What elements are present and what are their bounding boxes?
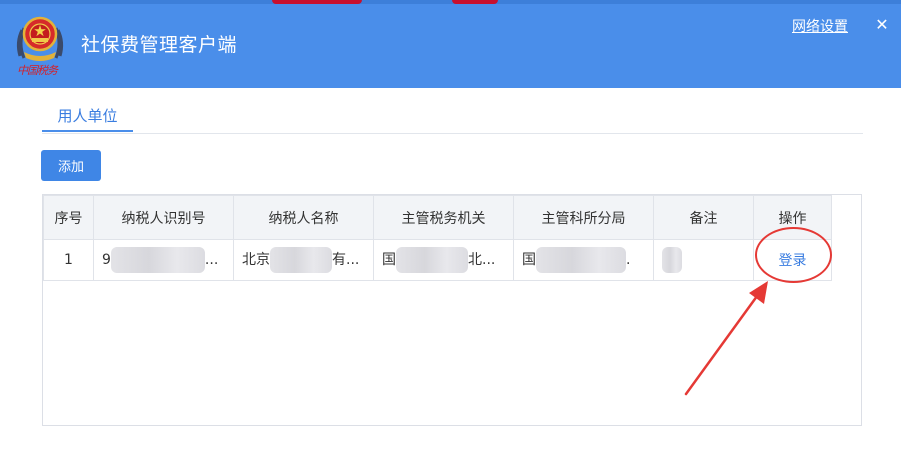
action-cell: 登录 [753,239,832,281]
taxpayer-name-suffix: 有... [332,252,360,268]
taxpayer-id-cell: 9... [93,239,234,281]
column-header-tax-branch: 主管科所分局 [513,195,654,240]
column-header-action: 操作 [753,195,832,240]
column-header-tax-authority: 主管税务机关 [373,195,514,240]
taxpayer-name-prefix: 北京 [242,252,270,268]
taxpayer-id-suffix: ... [204,252,219,268]
redacted-blur [396,247,468,273]
tax-branch-prefix: 国 [522,252,536,268]
tab-bar: 用人单位 [42,100,863,134]
employer-table: 序号 纳税人识别号 纳税人名称 主管税务机关 主管科所分局 备注 操作 1 9.… [42,194,862,426]
tax-authority-cell: 国 北... [373,239,514,281]
logo-caption: 中国税务 [17,64,58,77]
table-row[interactable]: 1 9... 北京 有... 国 北... 国. 登录 [43,239,832,281]
tax-authority-prefix: 国 [382,252,396,268]
login-link[interactable]: 登录 [779,253,807,269]
redacted-blur [662,247,682,273]
column-header-taxpayer-id: 纳税人识别号 [93,195,234,240]
column-header-remark: 备注 [653,195,754,240]
redacted-blur [110,247,205,273]
tax-emblem-icon [16,16,64,61]
close-icon[interactable]: ✕ [874,17,890,33]
table-header-row: 序号 纳税人识别号 纳税人名称 主管税务机关 主管科所分局 备注 操作 [43,195,832,240]
app-header: 中国税务 社保费管理客户端 网络设置 ✕ [0,0,901,88]
network-settings-link[interactable]: 网络设置 [792,16,848,36]
remark-cell [653,239,754,281]
app-title: 社保费管理客户端 [81,34,238,56]
header-top-strip [0,0,901,4]
row-index: 1 [43,239,94,281]
tax-branch-cell: 国. [513,239,654,281]
redacted-blur [270,247,332,273]
taxpayer-name-cell: 北京 有... [233,239,374,281]
column-header-index: 序号 [43,195,94,240]
redacted-blur [536,247,626,273]
add-button[interactable]: 添加 [41,150,101,181]
decorative-red-shape [452,0,498,4]
taxpayer-id-prefix: 9 [102,252,111,268]
column-header-taxpayer-name: 纳税人名称 [233,195,374,240]
tax-authority-suffix: 北... [468,252,496,268]
decorative-red-shape [272,0,362,4]
tab-employer[interactable]: 用人单位 [42,100,133,132]
tax-branch-suffix: . [626,252,631,268]
